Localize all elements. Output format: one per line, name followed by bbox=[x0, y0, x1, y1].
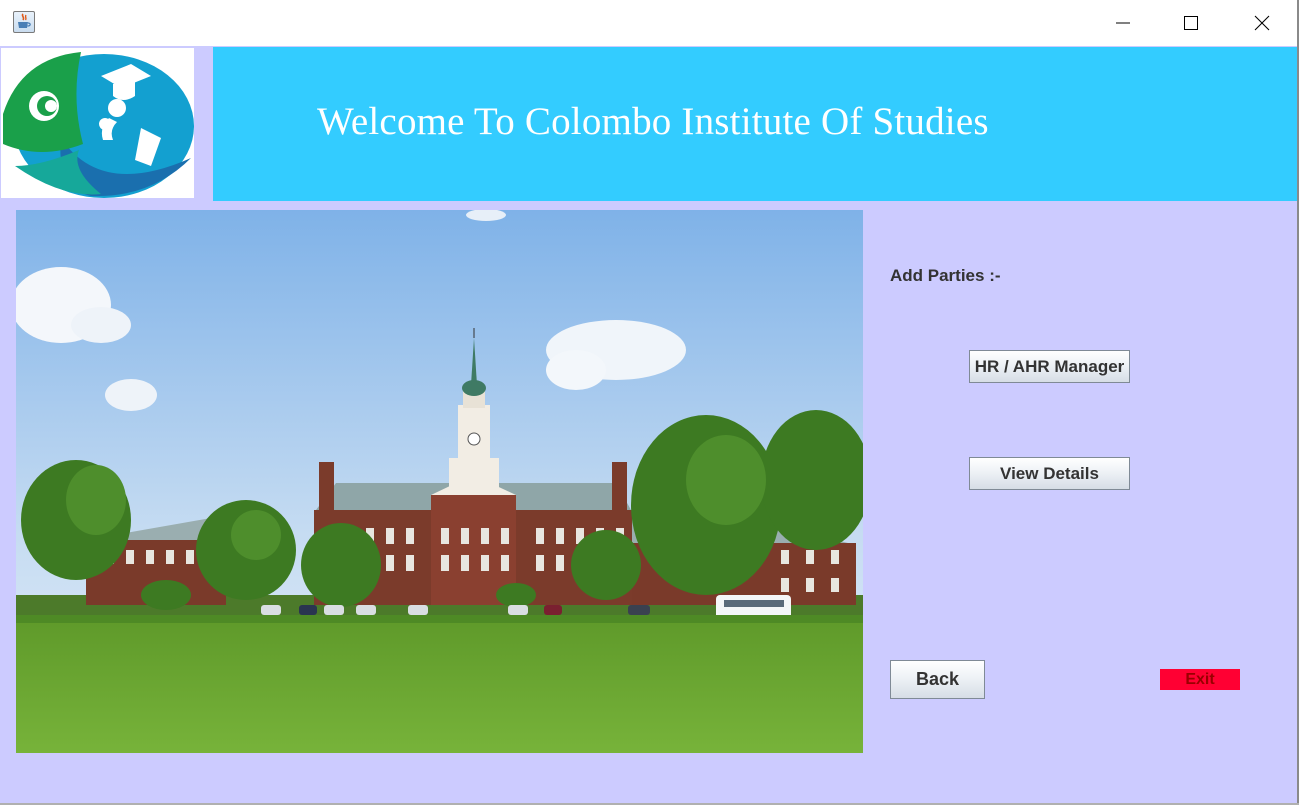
java-cup-icon[interactable] bbox=[13, 11, 35, 33]
close-button[interactable] bbox=[1239, 0, 1285, 46]
hr-ahr-manager-button[interactable]: HR / AHR Manager bbox=[969, 350, 1130, 383]
header-banner: Welcome To Colombo Institute Of Studies bbox=[213, 47, 1297, 201]
close-icon bbox=[1254, 15, 1270, 31]
maximize-icon bbox=[1184, 16, 1198, 30]
add-parties-label: Add Parties :- bbox=[890, 266, 1001, 285]
logo-panel bbox=[1, 48, 194, 198]
application-window: Welcome To Colombo Institute Of Studies bbox=[0, 0, 1299, 805]
title-bar bbox=[0, 0, 1299, 46]
campus-building-photo bbox=[16, 210, 863, 753]
exit-button[interactable]: Exit bbox=[1160, 669, 1240, 690]
main-panel: Welcome To Colombo Institute Of Studies bbox=[0, 46, 1299, 805]
minimize-button[interactable] bbox=[1100, 0, 1146, 46]
maximize-button[interactable] bbox=[1168, 0, 1214, 46]
view-details-button[interactable]: View Details bbox=[969, 457, 1130, 490]
institute-logo-icon bbox=[3, 52, 194, 198]
back-button[interactable]: Back bbox=[890, 660, 985, 699]
minimize-icon bbox=[1116, 22, 1130, 24]
page-title: Welcome To Colombo Institute Of Studies bbox=[317, 100, 989, 143]
